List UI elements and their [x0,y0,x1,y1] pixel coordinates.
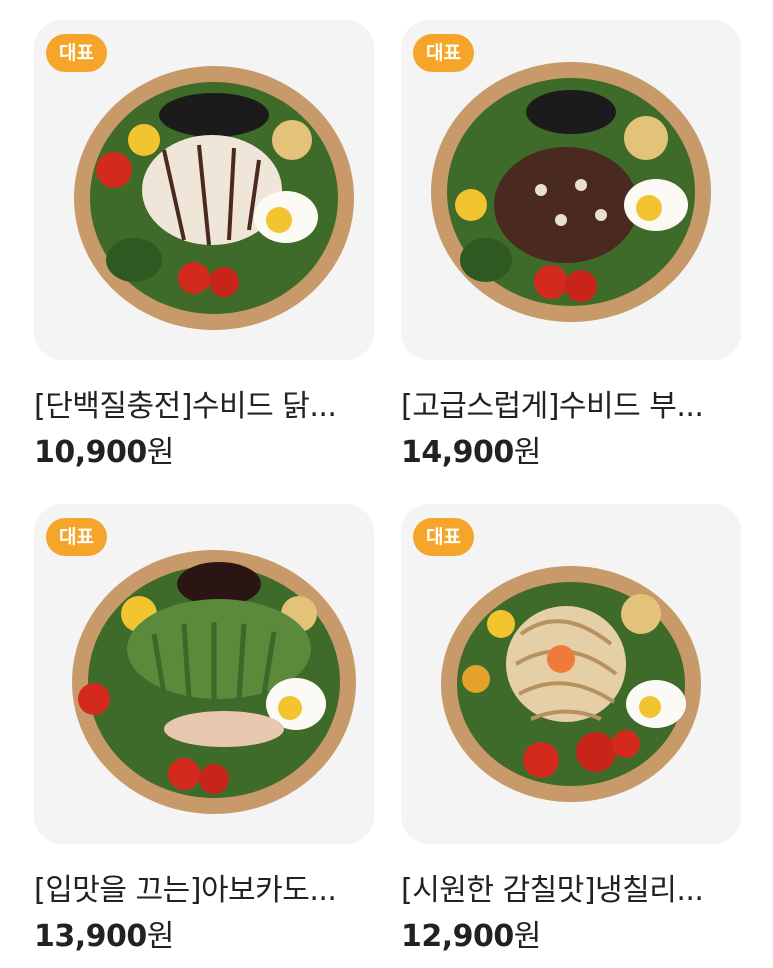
product-thumbnail[interactable]: 대표 [401,504,741,844]
product-thumbnail[interactable]: 대표 [34,504,374,844]
product-price: 13,900원 [34,919,174,954]
representative-badge: 대표 [413,34,474,72]
product-card[interactable]: 대표 [입맛을 끄는]아보카도... 13,900원 [34,504,374,956]
product-card[interactable]: 대표 [시원한 감칠맛]냉칠리... 12,900원 [401,504,741,956]
product-card[interactable]: 대표 [단백질충전]수비드 닭... 10,900원 [34,20,374,472]
product-card[interactable]: 대표 [고급스럽게]수비드 부... 14,900원 [401,20,741,472]
product-grid: 대표 [단백질충전]수비드 닭... 10,900원 대표 [고급스럽게]수비드… [0,0,773,968]
product-name[interactable]: [입맛을 끄는]아보카도... [34,872,374,910]
product-price: 14,900원 [401,435,541,470]
representative-badge: 대표 [413,518,474,556]
product-name[interactable]: [고급스럽게]수비드 부... [401,388,741,426]
product-name[interactable]: [단백질충전]수비드 닭... [34,388,374,426]
product-thumbnail[interactable]: 대표 [401,20,741,360]
product-price: 12,900원 [401,919,541,954]
representative-badge: 대표 [46,34,107,72]
product-thumbnail[interactable]: 대표 [34,20,374,360]
representative-badge: 대표 [46,518,107,556]
product-price: 10,900원 [34,435,174,470]
product-name[interactable]: [시원한 감칠맛]냉칠리... [401,872,741,910]
